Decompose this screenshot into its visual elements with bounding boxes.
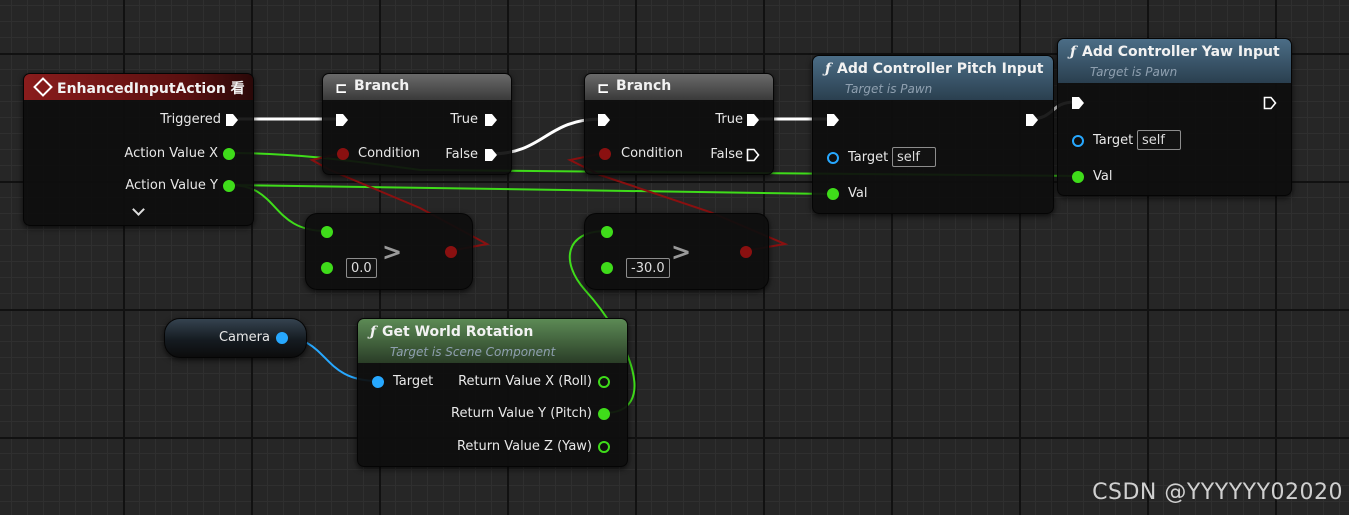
get-world-rotation-node[interactable]: ƒ Get World Rotation Target is Scene Comp… xyxy=(357,318,628,467)
float-val-pin[interactable] xyxy=(1072,171,1084,183)
bool-condition-pin[interactable] xyxy=(599,148,611,160)
float-out-pin-pitch[interactable] xyxy=(598,408,610,420)
node-title-text: Add Controller Yaw Input xyxy=(1082,44,1280,60)
exec-in-pin[interactable] xyxy=(1071,96,1085,110)
node-header xyxy=(585,74,773,100)
node-subtitle: Target is Pawn xyxy=(1090,65,1178,79)
add-controller-yaw-input-node[interactable]: ƒ Add Controller Yaw Input Target is Pawn… xyxy=(1057,38,1292,196)
pin-label-action-value-x: Action Value X xyxy=(124,146,218,161)
float-in-pin-b[interactable] xyxy=(321,262,333,274)
compare-value-input[interactable]: -30.0 xyxy=(626,258,670,278)
branch-icon: ⊏ xyxy=(335,79,348,97)
pin-label-false: False xyxy=(710,147,743,162)
node-title: Branch xyxy=(354,78,410,94)
object-target-pin[interactable] xyxy=(372,376,384,388)
node-title-text: Add Controller Pitch Input xyxy=(837,61,1044,77)
object-out-pin[interactable] xyxy=(276,332,288,344)
bool-out-pin[interactable] xyxy=(740,246,752,258)
function-icon: ƒ xyxy=(825,61,832,77)
node-title: Branch xyxy=(616,78,672,94)
object-target-pin[interactable] xyxy=(1072,135,1084,147)
pin-label-val: Val xyxy=(1093,169,1113,184)
float-out-pin-y[interactable] xyxy=(223,180,235,192)
node-title: ƒ Get World Rotation xyxy=(370,324,533,340)
exec-false-pin[interactable] xyxy=(484,148,498,162)
exec-out-pin[interactable] xyxy=(1025,113,1039,127)
float-in-pin-a[interactable] xyxy=(321,226,333,238)
pin-label-return-y: Return Value Y (Pitch) xyxy=(451,406,592,421)
node-title: EnhancedInputAction 看 xyxy=(57,81,245,97)
pin-label-true: True xyxy=(450,112,478,127)
pin-label-triggered: Triggered xyxy=(160,112,221,127)
greater-than-node-1[interactable]: 0.0 > xyxy=(305,213,473,290)
pin-label-val: Val xyxy=(848,186,868,201)
float-in-pin-b[interactable] xyxy=(601,262,613,274)
pin-label-return-x: Return Value X (Roll) xyxy=(458,374,592,389)
branch-icon: ⊏ xyxy=(597,79,610,97)
pin-label-false: False xyxy=(445,147,478,162)
greater-than-operator: > xyxy=(671,238,692,266)
node-subtitle: Target is Pawn xyxy=(845,82,933,96)
variable-label-camera: Camera xyxy=(218,330,270,345)
node-title: ƒ Add Controller Pitch Input xyxy=(825,61,1043,77)
bool-out-pin[interactable] xyxy=(445,246,457,258)
exec-in-pin[interactable] xyxy=(826,113,840,127)
compare-value-input[interactable]: 0.0 xyxy=(346,258,377,278)
exec-out-pin[interactable] xyxy=(1263,96,1277,110)
pin-label-condition: Condition xyxy=(358,146,421,161)
watermark-text: CSDN @YYYYYY02020 xyxy=(1092,480,1343,505)
expand-chevron-icon[interactable] xyxy=(132,203,145,216)
pin-label-target: Target xyxy=(393,374,434,389)
float-in-pin-a[interactable] xyxy=(601,226,613,238)
exec-true-pin[interactable] xyxy=(484,113,498,127)
pin-label-true: True xyxy=(715,112,743,127)
function-icon: ƒ xyxy=(1070,44,1077,60)
object-target-pin[interactable] xyxy=(827,152,839,164)
float-out-pin-yaw[interactable] xyxy=(598,441,610,453)
enhanced-input-action-node[interactable]: EnhancedInputAction 看 Triggered Action V… xyxy=(23,73,254,226)
exec-false-pin[interactable] xyxy=(746,148,760,162)
branch-node-2[interactable]: ⊏ Branch True Condition False xyxy=(584,73,774,175)
pin-label-action-value-y: Action Value Y xyxy=(125,178,218,193)
exec-in-pin[interactable] xyxy=(335,113,349,127)
bool-condition-pin[interactable] xyxy=(337,148,349,160)
greater-than-operator: > xyxy=(382,238,403,266)
float-out-pin-roll[interactable] xyxy=(598,376,610,388)
exec-true-pin[interactable] xyxy=(746,113,760,127)
pin-label-target: Target xyxy=(1093,133,1134,148)
pin-label-return-z: Return Value Z (Yaw) xyxy=(456,439,592,454)
node-subtitle: Target is Scene Component xyxy=(390,345,556,359)
greater-than-node-2[interactable]: -30.0 > xyxy=(584,213,769,290)
camera-variable-node[interactable]: Camera xyxy=(164,318,307,358)
node-title-text: Get World Rotation xyxy=(382,324,534,340)
pin-label-target: Target xyxy=(848,150,889,165)
target-self-input[interactable]: self xyxy=(892,147,936,167)
float-val-pin[interactable] xyxy=(827,188,839,200)
float-out-pin-x[interactable] xyxy=(223,148,235,160)
target-self-input[interactable]: self xyxy=(1137,130,1181,150)
pin-label-condition: Condition xyxy=(621,146,684,161)
exec-in-pin[interactable] xyxy=(597,113,611,127)
function-icon: ƒ xyxy=(370,324,377,340)
node-title: ƒ Add Controller Yaw Input xyxy=(1070,44,1280,60)
branch-node-1[interactable]: ⊏ Branch True Condition False xyxy=(322,73,512,175)
node-header xyxy=(323,74,511,100)
exec-out-pin[interactable] xyxy=(225,113,239,127)
add-controller-pitch-input-node[interactable]: ƒ Add Controller Pitch Input Target is Pa… xyxy=(812,55,1054,214)
